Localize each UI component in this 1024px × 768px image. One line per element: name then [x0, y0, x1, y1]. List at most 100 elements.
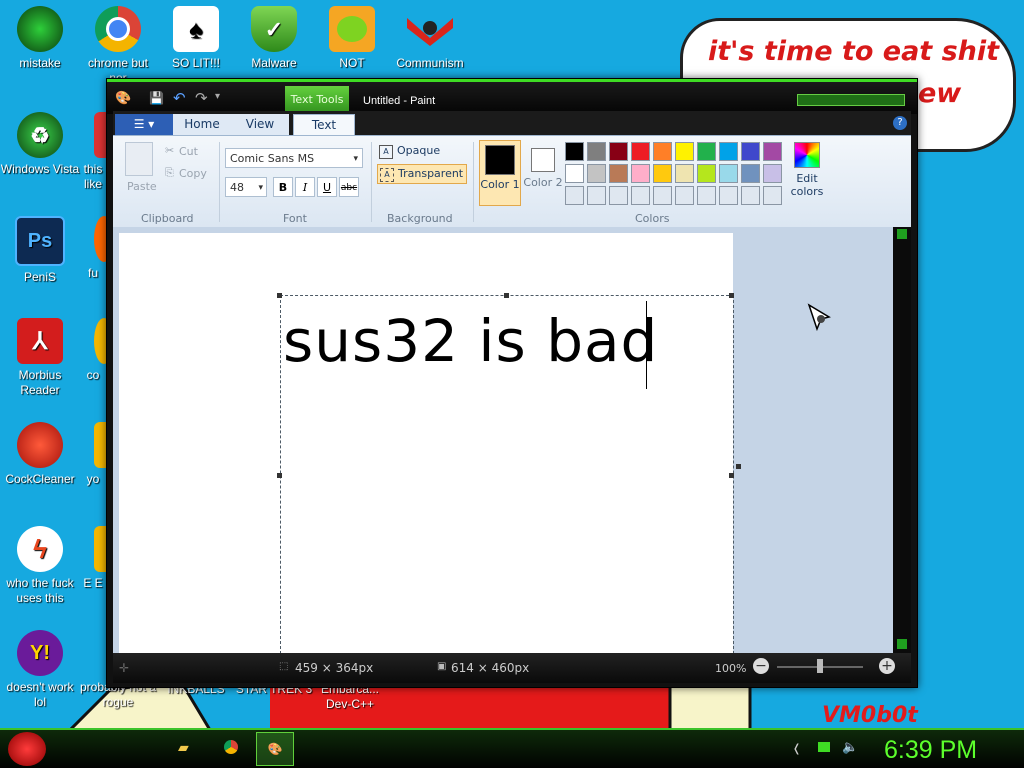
scissors-icon[interactable]: ✂	[165, 144, 174, 157]
palette-swatch[interactable]	[719, 142, 738, 161]
palette-swatch[interactable]	[609, 186, 628, 205]
desktop-icon-e[interactable]: E E	[78, 526, 108, 591]
palette-swatch[interactable]	[653, 142, 672, 161]
palette-swatch[interactable]	[697, 186, 716, 205]
palette-swatch[interactable]	[675, 186, 694, 205]
desktop-icon-yo[interactable]: yo	[78, 422, 108, 487]
transparent-button[interactable]: A Transparent	[377, 164, 467, 184]
palette-swatch[interactable]	[565, 142, 584, 161]
desktop-icon-mistake[interactable]: mistake	[0, 6, 80, 71]
color1-button[interactable]: Color 1	[479, 140, 521, 206]
palette-swatch[interactable]	[609, 164, 628, 183]
palette-swatch[interactable]	[653, 186, 672, 205]
tab-view[interactable]: View	[231, 114, 289, 135]
show-hidden-icons[interactable]: ❬	[792, 742, 801, 755]
desktop-icon-flash[interactable]: ϟ who the fuck uses this	[0, 526, 80, 606]
ribbon-panel: Paste ✂ Cut ⎘ Copy Clipboard Comic Sans …	[113, 135, 911, 228]
scroll-down-button[interactable]	[897, 639, 907, 649]
clock[interactable]: 6:39 PM	[884, 736, 977, 765]
opaque-button[interactable]: A Opaque	[379, 142, 465, 160]
palette-swatch[interactable]	[587, 186, 606, 205]
chrome-taskbar-icon[interactable]	[224, 740, 238, 754]
resize-handle[interactable]	[277, 293, 282, 298]
canvas-resize-handle[interactable]	[736, 464, 741, 469]
desktop-icon-yahoo[interactable]: Y! doesn't work lol	[0, 630, 80, 710]
tab-home[interactable]: Home	[173, 114, 231, 135]
palette-swatch[interactable]	[587, 164, 606, 183]
zoom-in-button[interactable]: +	[879, 658, 895, 674]
palette-swatch[interactable]	[719, 186, 738, 205]
desktop-icon-photoshop[interactable]: Ps PeniS	[0, 216, 80, 285]
desktop-icon-solit[interactable]: ♠ SO LIT!!!	[156, 6, 236, 71]
tab-text[interactable]: Text	[293, 114, 355, 136]
paint-taskbar-button[interactable]: 🎨	[256, 732, 294, 766]
palette-swatch[interactable]	[631, 142, 650, 161]
palette-swatch[interactable]	[587, 142, 606, 161]
desktop-icon-communism[interactable]: Communism	[390, 6, 470, 71]
undo-icon[interactable]: ↶	[173, 89, 186, 107]
redo-icon[interactable]: ↷	[195, 89, 208, 107]
palette-swatch[interactable]	[631, 164, 650, 183]
copy-button[interactable]: Copy	[179, 167, 207, 180]
desktop-icon-cockcleaner[interactable]: CockCleaner	[0, 422, 80, 487]
palette-swatch[interactable]	[565, 164, 584, 183]
paint-app-icon[interactable]: 🎨	[115, 91, 131, 106]
start-button-angry-bird-icon[interactable]	[8, 732, 46, 766]
desktop-icon-this-like[interactable]: this like	[78, 112, 108, 192]
palette-swatch[interactable]	[741, 164, 760, 183]
vertical-scrollbar[interactable]	[893, 227, 911, 653]
save-icon[interactable]: 💾	[149, 91, 164, 105]
palette-swatch[interactable]	[697, 164, 716, 183]
desktop-icon-not[interactable]: NOT	[312, 6, 392, 71]
help-icon[interactable]: ?	[893, 116, 907, 130]
desktop-icon-malware[interactable]: ✓ Malware	[234, 6, 314, 71]
pig-icon	[329, 6, 375, 52]
palette-swatch[interactable]	[697, 142, 716, 161]
desktop-icon-windows-vista[interactable]: ♻ Windows Vista	[0, 112, 80, 177]
strikethrough-button[interactable]: abc	[339, 177, 359, 197]
folder-icon[interactable]: ▰	[178, 740, 189, 756]
resize-handle[interactable]	[729, 473, 734, 478]
network-icon[interactable]	[818, 742, 830, 752]
desktop-icon-chrome[interactable]: chrome but nor	[78, 6, 158, 86]
palette-swatch[interactable]	[719, 164, 738, 183]
edit-colors-button[interactable]: Edit colors	[787, 142, 827, 208]
window-controls[interactable]	[797, 94, 905, 106]
desktop-icon-co[interactable]: co	[78, 318, 108, 383]
canvas-text[interactable]: sus32 is bad	[283, 307, 658, 375]
palette-swatch[interactable]	[565, 186, 584, 205]
resize-handle[interactable]	[277, 473, 282, 478]
resize-handle[interactable]	[504, 293, 509, 298]
palette-swatch[interactable]	[675, 164, 694, 183]
scroll-up-button[interactable]	[897, 229, 907, 239]
palette-swatch[interactable]	[763, 142, 782, 161]
desktop-icon-morbius-reader[interactable]: ⅄ Morbius Reader	[0, 318, 80, 398]
underline-button[interactable]: U	[317, 177, 337, 197]
color2-button[interactable]: Color 2	[523, 140, 563, 204]
palette-swatch[interactable]	[763, 164, 782, 183]
font-size-select[interactable]: 48 ▾	[225, 177, 267, 197]
paste-button[interactable]: Paste	[127, 180, 157, 193]
zoom-out-button[interactable]: −	[753, 658, 769, 674]
volume-icon[interactable]: 🔈	[842, 740, 858, 755]
canvas[interactable]: sus32 is bad	[119, 233, 741, 659]
palette-swatch[interactable]	[675, 142, 694, 161]
palette-swatch[interactable]	[653, 164, 672, 183]
palette-swatch[interactable]	[763, 186, 782, 205]
palette-swatch[interactable]	[741, 142, 760, 161]
desktop-icon-fu[interactable]: fu	[78, 216, 108, 281]
copy-icon[interactable]: ⎘	[165, 166, 174, 180]
font-family-select[interactable]: Comic Sans MS ▾	[225, 148, 363, 168]
resize-handle[interactable]	[729, 293, 734, 298]
palette-swatch[interactable]	[609, 142, 628, 161]
title-bar[interactable]: 🎨 💾 ↶ ↷ ▾ Text Tools Untitled - Paint	[107, 79, 917, 114]
zoom-slider-thumb[interactable]	[817, 659, 823, 673]
tab-file-menu[interactable]: ☰ ▾	[115, 114, 173, 135]
palette-swatch[interactable]	[741, 186, 760, 205]
palette-swatch[interactable]	[631, 186, 650, 205]
qat-dropdown-icon[interactable]: ▾	[215, 91, 220, 102]
paste-icon[interactable]	[125, 142, 153, 176]
cut-button[interactable]: Cut	[179, 145, 198, 158]
bold-button[interactable]: B	[273, 177, 293, 197]
italic-button[interactable]: I	[295, 177, 315, 197]
